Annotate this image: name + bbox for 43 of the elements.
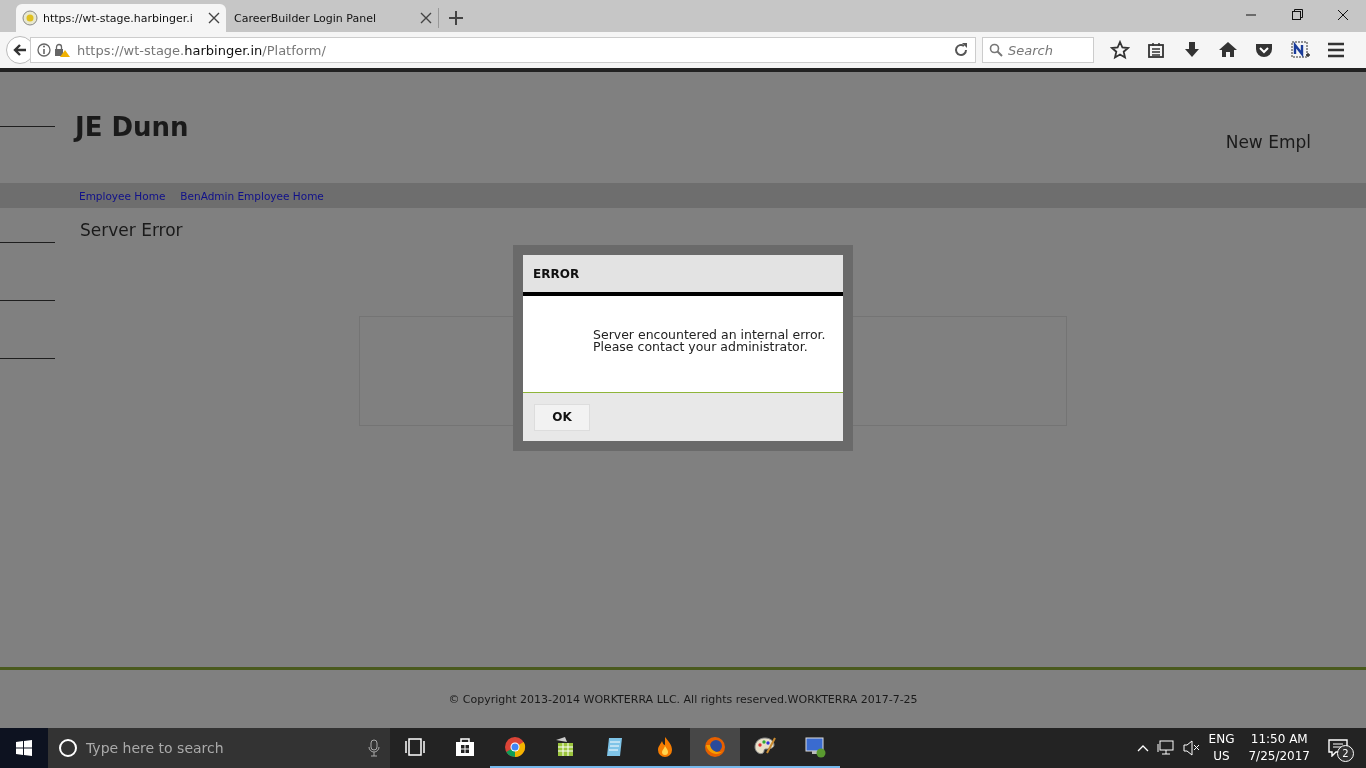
microphone-icon[interactable] <box>368 739 380 757</box>
browser-tab[interactable]: https://wt-stage.harbinger.i <box>16 4 226 32</box>
header-label: New Empl <box>1225 132 1311 152</box>
menu-icon[interactable] <box>1326 40 1346 60</box>
close-tab-icon[interactable] <box>420 12 432 24</box>
url-text: https://wt-stage.harbinger.in/Platform/ <box>77 42 327 58</box>
dialog-title: ERROR <box>523 255 843 296</box>
browser-tab[interactable]: CareerBuilder Login Panel <box>228 4 438 32</box>
address-bar[interactable]: https://wt-stage.harbinger.in/Platform/ <box>30 37 976 63</box>
notification-count: 2 <box>1337 745 1354 762</box>
search-icon <box>989 43 1003 57</box>
search-field[interactable]: Search <box>982 37 1094 63</box>
note-extension-icon[interactable] <box>1290 40 1310 60</box>
clock[interactable]: 11:50 AM 7/25/2017 <box>1248 731 1310 765</box>
page-heading: Server Error <box>80 220 184 240</box>
copyright-text: © Copyright 2013-2014 WORKTERRA LLC. All rights reserved.WORKTERRA 2017-7-25 <box>448 692 918 706</box>
company-name: JE Dunn <box>75 112 189 142</box>
site-info-icon[interactable] <box>37 42 71 58</box>
task-view-icon <box>403 735 427 759</box>
search-circle-icon <box>58 738 78 758</box>
windows-start-icon[interactable] <box>16 740 32 756</box>
taskbar-search-field[interactable]: Type here to search <box>48 728 390 768</box>
start-button[interactable] <box>0 728 48 768</box>
bookmark-star-icon[interactable] <box>1110 40 1130 60</box>
notification-icon[interactable] <box>1328 739 1348 757</box>
reload-icon[interactable] <box>953 42 969 58</box>
remote-desktop-icon <box>803 735 827 759</box>
site-favicon-icon <box>22 10 38 26</box>
new-tab-icon[interactable] <box>449 11 463 25</box>
chrome-browser-icon <box>503 735 527 759</box>
error-message: Please contact your administrator. <box>593 339 809 356</box>
reading-list-icon[interactable] <box>1146 40 1166 60</box>
network-icon[interactable] <box>1156 740 1175 756</box>
back-arrow-icon <box>12 42 28 58</box>
close-tab-icon[interactable] <box>208 12 220 24</box>
chevron-up-icon[interactable] <box>1136 744 1149 752</box>
language-indicator[interactable]: ENG US <box>1208 731 1235 765</box>
error-message: Server encountered an internal error. <box>593 326 827 342</box>
home-icon[interactable] <box>1218 40 1238 60</box>
firefox-browser-icon <box>703 735 727 759</box>
store-bag-icon <box>453 735 477 759</box>
ok-button[interactable]: OK <box>534 403 590 431</box>
speaker-muted-icon[interactable] <box>1182 740 1201 756</box>
